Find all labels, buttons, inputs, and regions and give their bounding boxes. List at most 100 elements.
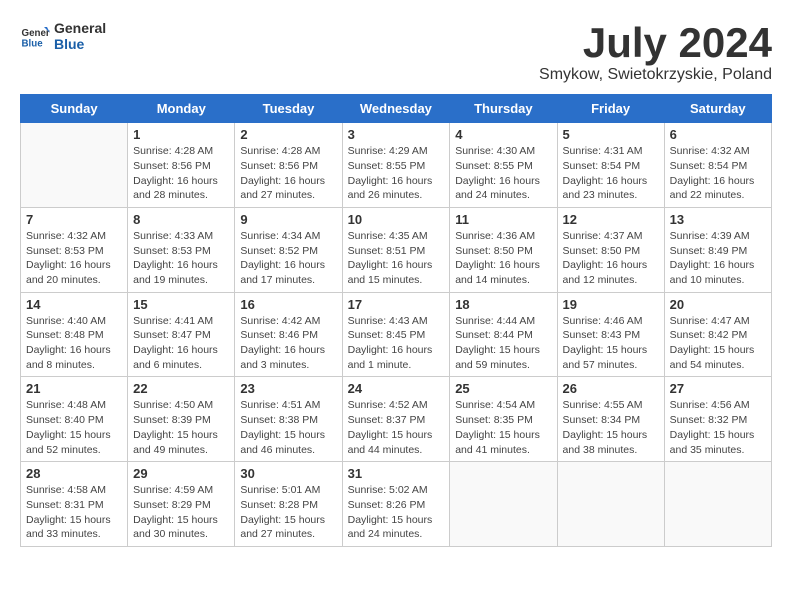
calendar-cell: 12Sunrise: 4:37 AM Sunset: 8:50 PM Dayli…	[557, 207, 664, 292]
day-number: 27	[670, 381, 766, 396]
cell-content: Sunrise: 4:32 AM Sunset: 8:53 PM Dayligh…	[26, 229, 122, 288]
col-header-friday: Friday	[557, 95, 664, 123]
calendar-cell: 8 Sunrise: 4:33 AM Sunset: 8:53 PM Daylig…	[128, 207, 235, 292]
calendar-cell: 29 Sunrise: 4:59 AM Sunset: 8:29 PM Dayli…	[128, 462, 235, 547]
calendar-cell: 27 Sunrise: 4:56 AM Sunset: 8:32 PM Dayli…	[664, 377, 771, 462]
day-number: 13	[670, 212, 766, 227]
calendar-cell: 9 Sunrise: 4:34 AM Sunset: 8:52 PM Daylig…	[235, 207, 342, 292]
calendar-header-row: SundayMondayTuesdayWednesdayThursdayFrid…	[21, 95, 772, 123]
day-number: 28	[26, 466, 122, 481]
calendar-cell: 3 Sunrise: 4:29 AM Sunset: 8:55 PM Daylig…	[342, 123, 450, 208]
cell-content: Sunrise: 4:54 AM Sunset: 8:35 PM Dayligh…	[455, 398, 551, 457]
day-number: 5	[563, 127, 659, 142]
cell-content: Sunrise: 4:35 AM Sunset: 8:51 PM Dayligh…	[348, 229, 445, 288]
day-number: 29	[133, 466, 229, 481]
col-header-monday: Monday	[128, 95, 235, 123]
location-subtitle: Smykow, Swietokrzyskie, Poland	[539, 66, 772, 84]
cell-content: Sunrise: 4:43 AM Sunset: 8:45 PM Dayligh…	[348, 314, 445, 373]
logo-general-text: General	[54, 20, 106, 36]
cell-content: Sunrise: 4:36 AM Sunset: 8:50 PM Dayligh…	[455, 229, 551, 288]
cell-content: Sunrise: 4:32 AM Sunset: 8:54 PM Dayligh…	[670, 144, 766, 203]
cell-content: Sunrise: 4:58 AM Sunset: 8:31 PM Dayligh…	[26, 483, 122, 542]
day-number: 31	[348, 466, 445, 481]
calendar-week-row: 21 Sunrise: 4:48 AM Sunset: 8:40 PM Dayli…	[21, 377, 772, 462]
title-section: July 2024 Smykow, Swietokrzyskie, Poland	[539, 20, 772, 84]
cell-content: Sunrise: 4:48 AM Sunset: 8:40 PM Dayligh…	[26, 398, 122, 457]
cell-content: Sunrise: 4:50 AM Sunset: 8:39 PM Dayligh…	[133, 398, 229, 457]
day-number: 20	[670, 297, 766, 312]
day-number: 30	[240, 466, 336, 481]
day-number: 18	[455, 297, 551, 312]
calendar-cell	[664, 462, 771, 547]
day-number: 26	[563, 381, 659, 396]
cell-content: Sunrise: 4:31 AM Sunset: 8:54 PM Dayligh…	[563, 144, 659, 203]
day-number: 16	[240, 297, 336, 312]
cell-content: Sunrise: 4:59 AM Sunset: 8:29 PM Dayligh…	[133, 483, 229, 542]
day-number: 14	[26, 297, 122, 312]
day-number: 23	[240, 381, 336, 396]
calendar-cell: 28 Sunrise: 4:58 AM Sunset: 8:31 PM Dayli…	[21, 462, 128, 547]
day-number: 25	[455, 381, 551, 396]
day-number: 7	[26, 212, 122, 227]
day-number: 21	[26, 381, 122, 396]
calendar-cell: 21 Sunrise: 4:48 AM Sunset: 8:40 PM Dayli…	[21, 377, 128, 462]
calendar-cell	[557, 462, 664, 547]
cell-content: Sunrise: 4:30 AM Sunset: 8:55 PM Dayligh…	[455, 144, 551, 203]
cell-content: Sunrise: 5:02 AM Sunset: 8:26 PM Dayligh…	[348, 483, 445, 542]
day-number: 1	[133, 127, 229, 142]
day-number: 8	[133, 212, 229, 227]
day-number: 15	[133, 297, 229, 312]
day-number: 24	[348, 381, 445, 396]
calendar-week-row: 7 Sunrise: 4:32 AM Sunset: 8:53 PM Daylig…	[21, 207, 772, 292]
day-number: 12	[563, 212, 659, 227]
day-number: 19	[563, 297, 659, 312]
day-number: 2	[240, 127, 336, 142]
cell-content: Sunrise: 4:28 AM Sunset: 8:56 PM Dayligh…	[133, 144, 229, 203]
calendar-cell: 23 Sunrise: 4:51 AM Sunset: 8:38 PM Dayli…	[235, 377, 342, 462]
day-number: 22	[133, 381, 229, 396]
col-header-wednesday: Wednesday	[342, 95, 450, 123]
cell-content: Sunrise: 4:47 AM Sunset: 8:42 PM Dayligh…	[670, 314, 766, 373]
logo: General Blue General Blue	[20, 20, 106, 52]
cell-content: Sunrise: 4:52 AM Sunset: 8:37 PM Dayligh…	[348, 398, 445, 457]
col-header-tuesday: Tuesday	[235, 95, 342, 123]
col-header-sunday: Sunday	[21, 95, 128, 123]
calendar-cell: 7 Sunrise: 4:32 AM Sunset: 8:53 PM Daylig…	[21, 207, 128, 292]
svg-text:Blue: Blue	[22, 39, 44, 50]
day-number: 9	[240, 212, 336, 227]
col-header-thursday: Thursday	[450, 95, 557, 123]
calendar-cell: 31 Sunrise: 5:02 AM Sunset: 8:26 PM Dayli…	[342, 462, 450, 547]
calendar-cell: 25 Sunrise: 4:54 AM Sunset: 8:35 PM Dayli…	[450, 377, 557, 462]
col-header-saturday: Saturday	[664, 95, 771, 123]
calendar-cell: 16 Sunrise: 4:42 AM Sunset: 8:46 PM Dayli…	[235, 292, 342, 377]
calendar-week-row: 28 Sunrise: 4:58 AM Sunset: 8:31 PM Dayli…	[21, 462, 772, 547]
calendar-week-row: 1 Sunrise: 4:28 AM Sunset: 8:56 PM Daylig…	[21, 123, 772, 208]
cell-content: Sunrise: 4:56 AM Sunset: 8:32 PM Dayligh…	[670, 398, 766, 457]
cell-content: Sunrise: 4:29 AM Sunset: 8:55 PM Dayligh…	[348, 144, 445, 203]
calendar-cell: 13 Sunrise: 4:39 AM Sunset: 8:49 PM Dayli…	[664, 207, 771, 292]
cell-content: Sunrise: 4:33 AM Sunset: 8:53 PM Dayligh…	[133, 229, 229, 288]
day-number: 3	[348, 127, 445, 142]
calendar-cell: 17 Sunrise: 4:43 AM Sunset: 8:45 PM Dayli…	[342, 292, 450, 377]
cell-content: Sunrise: 4:46 AM Sunset: 8:43 PM Dayligh…	[563, 314, 659, 373]
cell-content: Sunrise: 4:51 AM Sunset: 8:38 PM Dayligh…	[240, 398, 336, 457]
cell-content: Sunrise: 4:39 AM Sunset: 8:49 PM Dayligh…	[670, 229, 766, 288]
calendar-cell: 22 Sunrise: 4:50 AM Sunset: 8:39 PM Dayli…	[128, 377, 235, 462]
calendar-cell: 19 Sunrise: 4:46 AM Sunset: 8:43 PM Dayli…	[557, 292, 664, 377]
cell-content: Sunrise: 4:40 AM Sunset: 8:48 PM Dayligh…	[26, 314, 122, 373]
logo-icon: General Blue	[20, 21, 50, 51]
calendar-cell: 24 Sunrise: 4:52 AM Sunset: 8:37 PM Dayli…	[342, 377, 450, 462]
cell-content: Sunrise: 4:34 AM Sunset: 8:52 PM Dayligh…	[240, 229, 336, 288]
calendar-cell	[21, 123, 128, 208]
calendar-cell: 20 Sunrise: 4:47 AM Sunset: 8:42 PM Dayli…	[664, 292, 771, 377]
page-header: General Blue General Blue July 2024 Smyk…	[20, 20, 772, 84]
day-number: 6	[670, 127, 766, 142]
calendar-cell: 14 Sunrise: 4:40 AM Sunset: 8:48 PM Dayli…	[21, 292, 128, 377]
cell-content: Sunrise: 4:42 AM Sunset: 8:46 PM Dayligh…	[240, 314, 336, 373]
cell-content: Sunrise: 4:44 AM Sunset: 8:44 PM Dayligh…	[455, 314, 551, 373]
day-number: 17	[348, 297, 445, 312]
calendar-cell: 11Sunrise: 4:36 AM Sunset: 8:50 PM Dayli…	[450, 207, 557, 292]
logo-blue-text: Blue	[54, 36, 106, 52]
calendar-cell: 26Sunrise: 4:55 AM Sunset: 8:34 PM Dayli…	[557, 377, 664, 462]
day-number: 10	[348, 212, 445, 227]
